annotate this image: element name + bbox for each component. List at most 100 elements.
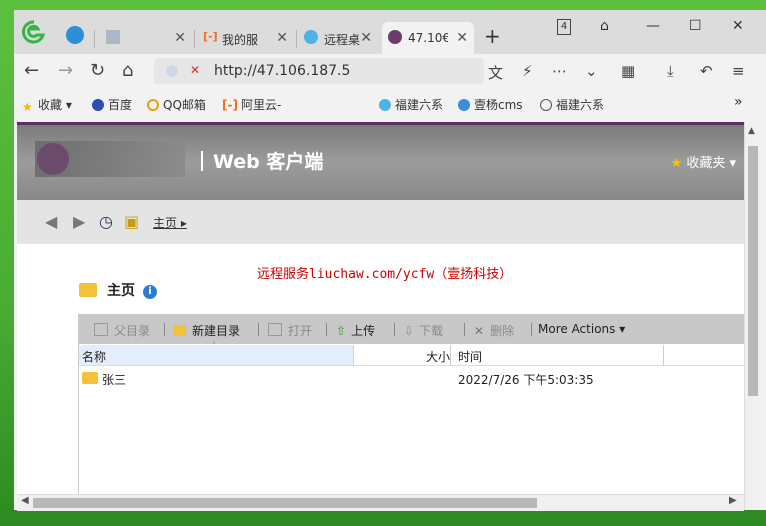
close-tab-icon[interactable]: ✕ (456, 30, 468, 46)
tab-bar: ✕ [-] 我的服 ✕ 远程桌 ✕ 47.10€ ✕ + 4 ⌂ — ☐ ✕ (14, 10, 766, 54)
star-icon: ★ (22, 100, 33, 114)
qqmail-icon (147, 99, 159, 111)
delete-x-icon: ✕ (474, 324, 485, 338)
upload-button[interactable]: ⇧ 上传 (336, 322, 375, 339)
telegram-icon[interactable] (66, 26, 84, 44)
new-tab-button[interactable]: + (484, 24, 501, 48)
close-window-button[interactable]: ✕ (732, 18, 744, 34)
new-folder-button[interactable]: 新建目录 (174, 322, 240, 339)
tab-separator (296, 30, 297, 48)
column-size[interactable]: 大小 (426, 348, 450, 365)
file-name[interactable]: 张三 (102, 371, 126, 388)
tab-1[interactable]: ✕ (100, 22, 192, 54)
column-divider (663, 345, 664, 365)
delete-button[interactable]: ✕ 删除 (474, 322, 514, 339)
column-time[interactable]: 时间 (458, 348, 482, 365)
tab-favicon-icon (106, 30, 120, 44)
download-icon[interactable]: ⤓ (667, 62, 674, 80)
horizontal-scrollbar[interactable]: ◀ ▶ (17, 494, 744, 511)
nav-back-arrow-icon[interactable]: ◀ (45, 212, 57, 231)
column-divider (450, 345, 451, 365)
tab-4-active[interactable]: 47.10€ ✕ (382, 22, 474, 54)
minimize-button[interactable]: — (646, 18, 660, 34)
table-row[interactable]: 张三 2022/7/26 下午5:03:35 (78, 368, 744, 390)
bookmark-yiyang[interactable]: 壹杨cms (458, 96, 523, 113)
folder-icon (79, 283, 97, 297)
home-link[interactable]: 主页 ▸ (153, 214, 187, 231)
parent-dir-button[interactable]: 父目录 (94, 322, 150, 339)
folder-icon (82, 372, 98, 384)
bookmark-aliyun[interactable]: [-] 阿里云- (222, 96, 281, 113)
apps-grid-icon[interactable]: ▦ (621, 62, 635, 80)
insecure-icon[interactable]: ✕ (190, 63, 200, 77)
scroll-left-icon[interactable]: ◀ (21, 495, 29, 506)
tab-favicon-icon (388, 30, 402, 44)
more-bookmarks-icon[interactable]: » (734, 94, 743, 110)
tab-favicon-icon (304, 30, 318, 44)
more-dots-icon[interactable]: ⋯ (552, 62, 567, 80)
file-pane-border (78, 314, 79, 494)
star-icon: ★ (670, 156, 683, 171)
site-info-icon[interactable] (166, 65, 178, 77)
aliyun-icon: [-] (222, 98, 238, 112)
bookmark-favorites[interactable]: ★ 收藏 ▾ (22, 96, 72, 114)
bookmark-baidu[interactable]: 百度 (92, 96, 132, 113)
site-icon (379, 99, 391, 111)
history-icon[interactable]: ◷ (99, 212, 113, 231)
tab-count-badge[interactable]: 4 (557, 19, 571, 35)
info-icon[interactable]: i (143, 285, 157, 299)
close-tab-icon[interactable]: ✕ (276, 30, 288, 46)
column-header-row: 名称 ˆ 大小 时间 (78, 342, 744, 366)
close-tab-icon[interactable]: ✕ (174, 30, 186, 46)
bookmark-fujian-1[interactable]: 福建六系 (379, 96, 443, 113)
site-icon (458, 99, 470, 111)
tab-separator (194, 30, 195, 48)
tab-title: 远程桌 (324, 33, 361, 47)
download-arrow-icon: ⇩ (404, 324, 415, 338)
lightning-icon[interactable]: ⚡ (522, 62, 533, 80)
action-separator (531, 323, 532, 336)
shirt-icon[interactable]: ⌂ (600, 18, 609, 34)
bookmark-qqmail[interactable]: QQ邮箱 (147, 96, 206, 113)
scroll-right-icon[interactable]: ▶ (729, 495, 737, 506)
chevron-down-icon[interactable]: ⌄ (585, 62, 598, 80)
file-action-bar: 父目录 新建目录 打开 ⇧ 上传 ⇩ 下载 ✕ 删除 More Actions ▾ (78, 314, 744, 344)
browser-logo-icon (22, 20, 46, 44)
bookmark-fujian-2[interactable]: 福建六系 (540, 96, 604, 113)
more-actions-menu[interactable]: More Actions ▾ (538, 322, 625, 336)
tab-3[interactable]: 远程桌 ✕ (298, 22, 378, 54)
vertical-scroll-thumb[interactable] (748, 146, 758, 396)
open-button[interactable]: 打开 (268, 322, 312, 339)
folder-sync-icon[interactable]: ▣ (124, 212, 139, 231)
scroll-up-icon[interactable]: ▲ (748, 126, 755, 136)
web-page: Web 客户端 ★ 收藏夹 ▾ ◀ ▶ ◷ ▣ 主页 ▸ 远程服务liuchaw.… (17, 122, 761, 511)
action-separator (164, 323, 165, 336)
open-icon (268, 323, 282, 336)
header-divider (201, 151, 203, 171)
upload-arrow-icon: ⇧ (336, 324, 347, 338)
back-button[interactable]: ← (24, 60, 39, 81)
reload-button[interactable]: ↻ (90, 60, 105, 81)
close-tab-icon[interactable]: ✕ (360, 30, 372, 46)
vertical-scrollbar[interactable]: ▲ (744, 122, 761, 510)
undo-icon[interactable]: ↶ (700, 62, 713, 80)
nav-forward-arrow-icon[interactable]: ▶ (73, 212, 85, 231)
download-button[interactable]: ⇩ 下载 (404, 322, 443, 339)
navigation-toolbar: ◀ ▶ ◷ ▣ 主页 ▸ (17, 200, 744, 244)
translate-icon[interactable]: 文 (488, 62, 503, 83)
current-folder-title: 主页 (107, 283, 135, 299)
action-separator (258, 323, 259, 336)
url-field[interactable]: ✕ http://47.106.187.5 (154, 58, 484, 84)
left-panel (17, 244, 78, 494)
tab-separator (94, 30, 95, 48)
parent-dir-icon (94, 323, 108, 336)
horizontal-scroll-thumb[interactable] (33, 498, 537, 508)
favorites-menu[interactable]: ★ 收藏夹 ▾ (671, 152, 736, 171)
menu-icon[interactable]: ≡ (732, 62, 745, 80)
column-name[interactable]: 名称 (82, 348, 106, 365)
tab-2[interactable]: [-] 我的服 ✕ (198, 22, 294, 54)
home-button[interactable]: ⌂ (122, 60, 133, 81)
forward-button[interactable]: → (58, 60, 73, 81)
maximize-button[interactable]: ☐ (689, 18, 702, 34)
app-title: Web 客户端 (213, 151, 324, 173)
